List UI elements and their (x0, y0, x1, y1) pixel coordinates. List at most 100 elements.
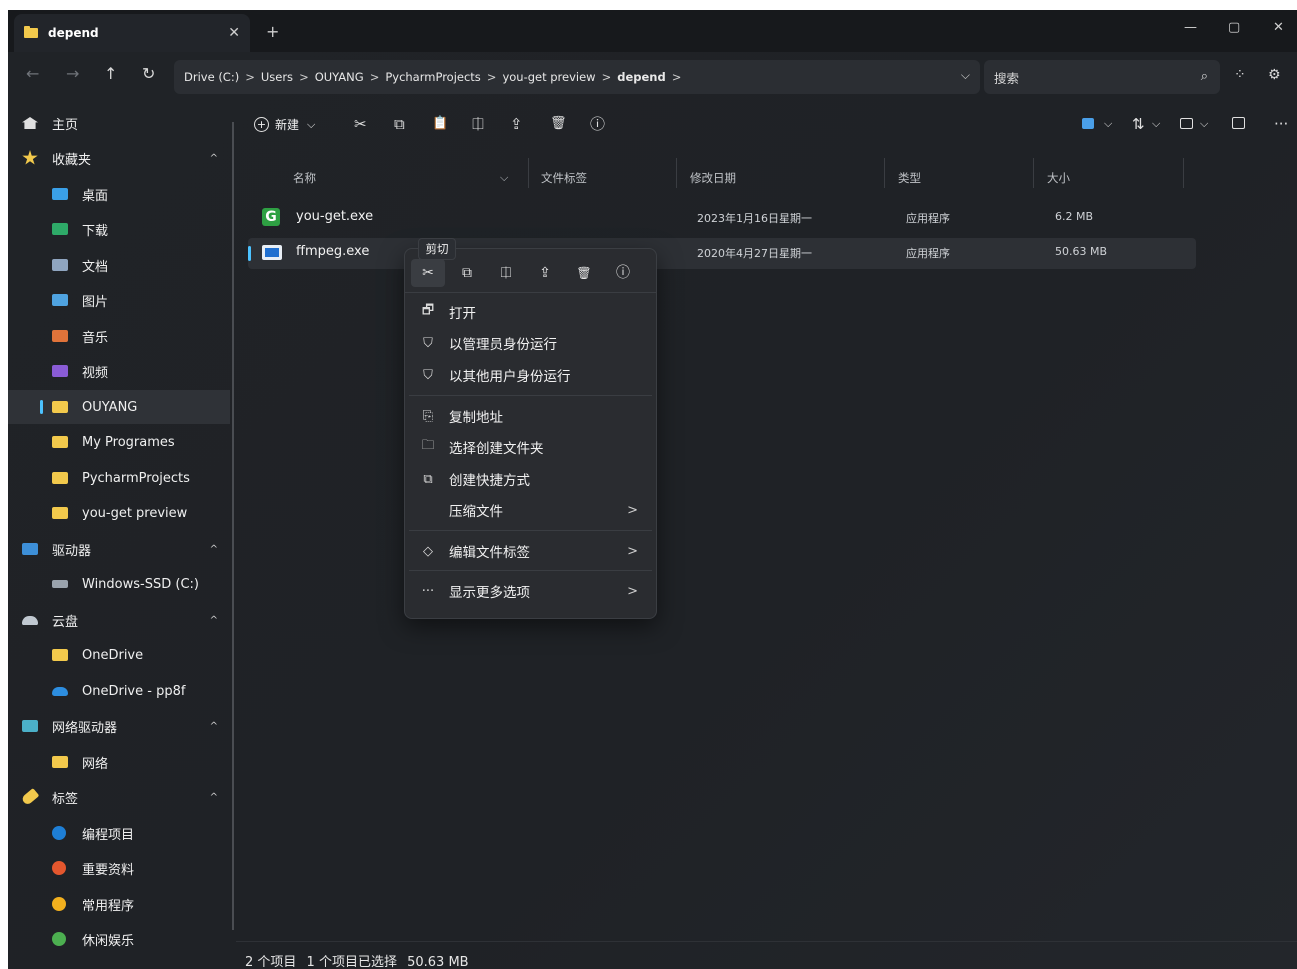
paste-button[interactable]: 📋 (432, 116, 448, 132)
collapse-icon[interactable]: ^ (210, 544, 218, 555)
share-button[interactable]: ⇪ (510, 116, 523, 132)
collapse-icon[interactable]: ^ (210, 721, 218, 732)
sidebar-item-home[interactable]: 主页 (8, 106, 230, 140)
sidebar-item-tag-leisure[interactable]: 休闲娱乐 (8, 922, 230, 956)
up-button[interactable]: ↑ (104, 66, 117, 82)
breadcrumb-separator[interactable]: > (370, 70, 380, 84)
sidebar-item-downloads[interactable]: 下载 (8, 212, 230, 246)
sidebar-item-tag-programming[interactable]: 编程项目 (8, 816, 230, 850)
chevron-down-icon[interactable]: ⌵ (1104, 116, 1112, 132)
breadcrumb-separator[interactable]: > (672, 70, 682, 84)
search-input[interactable]: 搜索 (994, 68, 1019, 87)
settings-icon[interactable]: ⚙ (1268, 67, 1281, 83)
cut-button[interactable]: ✂ (354, 116, 367, 132)
sidebar-item-tag-common-programs[interactable]: 常用程序 (8, 887, 230, 921)
column-divider[interactable] (676, 158, 677, 188)
properties-button[interactable]: ⓘ (590, 116, 605, 132)
sidebar-item-you-get-preview[interactable]: you-get preview (8, 496, 230, 530)
menu-item-open[interactable]: 🗗 打开 (409, 297, 652, 327)
new-tab-button[interactable]: + (266, 24, 279, 40)
tab-close-icon[interactable]: ✕ (228, 25, 240, 41)
menu-item-new-folder-with-selection[interactable]: 🗀 选择创建文件夹 (409, 432, 652, 462)
breadcrumb-users[interactable]: Users (261, 70, 293, 84)
breadcrumb-separator[interactable]: > (602, 70, 612, 84)
forward-button[interactable]: → (66, 66, 79, 82)
breadcrumb-pycharmprojects[interactable]: PycharmProjects (385, 70, 480, 84)
sidebar-item-desktop[interactable]: 桌面 (8, 177, 230, 211)
breadcrumb-you-get-preview[interactable]: you-get preview (502, 70, 595, 84)
sidebar-item-tags[interactable]: 标签 ^ (8, 780, 230, 814)
refresh-button[interactable]: ↻ (142, 66, 155, 82)
sidebar-item-network-drives[interactable]: 网络驱动器 ^ (8, 709, 230, 743)
column-divider[interactable] (1033, 158, 1034, 188)
sidebar-item-ouyang[interactable]: OUYANG (8, 390, 230, 424)
close-window-button[interactable]: ✕ (1273, 20, 1284, 35)
tab-depend[interactable]: depend ✕ (14, 14, 250, 52)
sidebar-splitter[interactable] (232, 122, 234, 930)
copy-button[interactable]: ⧉ (394, 116, 405, 132)
menu-item-run-as-other-user[interactable]: ⛉ 以其他用户身份运行 (409, 360, 652, 390)
column-name-sort-icon[interactable]: ⌵ (500, 166, 508, 190)
preview-pane-icon[interactable] (1232, 116, 1245, 132)
minimize-button[interactable]: — (1184, 20, 1197, 35)
sidebar-item-onedrive-pp8f[interactable]: OneDrive - pp8f (8, 674, 230, 708)
breadcrumb-separator[interactable]: > (299, 70, 309, 84)
breadcrumb-ouyang[interactable]: OUYANG (315, 70, 364, 84)
address-dropdown-icon[interactable]: ⌵ (961, 68, 970, 83)
sidebar-item-windows-ssd[interactable]: Windows-SSD (C:) (8, 567, 230, 601)
rename-icon[interactable]: ⎅ (489, 259, 523, 287)
maximize-button[interactable]: ▢ (1228, 20, 1240, 35)
sidebar-item-onedrive[interactable]: OneDrive (8, 638, 230, 672)
sidebar-item-my-programes[interactable]: My Programes (8, 425, 230, 459)
layout-icon[interactable] (1082, 116, 1094, 132)
address-bar[interactable]: Drive (C:) > Users > OUYANG > PycharmPro… (174, 60, 980, 94)
cut-icon[interactable]: ✂ (411, 259, 445, 287)
breadcrumb-separator[interactable]: > (487, 70, 497, 84)
info-icon[interactable]: ⓘ (606, 259, 640, 287)
more-options-button[interactable]: ··· (1274, 116, 1288, 132)
menu-item-show-more-options[interactable]: ··· 显示更多选项 > (409, 576, 652, 606)
breadcrumb-separator[interactable]: > (245, 70, 255, 84)
search-icon[interactable]: ⌕ (1201, 69, 1208, 84)
menu-item-edit-tags[interactable]: ◇ 编辑文件标签 > (409, 536, 652, 566)
column-type[interactable]: 类型 (898, 166, 921, 190)
column-size[interactable]: 大小 (1047, 166, 1070, 190)
file-row-you-get[interactable]: G you-get.exe 2023年1月16日星期一 应用程序 6.2 MB (248, 203, 1196, 234)
search-box[interactable]: 搜索 ⌕ (984, 60, 1220, 94)
menu-item-run-as-admin[interactable]: ⛉ 以管理员身份运行 (409, 328, 652, 358)
delete-icon[interactable]: 🗑 (567, 259, 601, 287)
new-button[interactable]: + 新建 ⌵ (254, 116, 315, 133)
chevron-down-icon[interactable]: ⌵ (1152, 116, 1160, 132)
sparkle-icon[interactable]: ⁘ (1234, 67, 1246, 83)
back-button[interactable]: ← (26, 66, 39, 82)
collapse-icon[interactable]: ^ (210, 153, 218, 164)
column-name[interactable]: 名称 (293, 166, 316, 190)
file-row-ffmpeg[interactable]: ffmpeg.exe 2020年4月27日星期一 应用程序 50.63 MB (248, 238, 1196, 269)
copy-icon[interactable]: ⧉ (450, 259, 484, 287)
breadcrumb-drive[interactable]: Drive (C:) (184, 70, 239, 84)
share-icon[interactable]: ⇪ (528, 259, 562, 287)
sidebar-item-network[interactable]: 网络 (8, 745, 230, 779)
sidebar-item-music[interactable]: 音乐 (8, 319, 230, 353)
sidebar-item-cloud[interactable]: 云盘 ^ (8, 603, 230, 637)
menu-item-compress[interactable]: 压缩文件 > (409, 495, 652, 525)
sidebar-item-videos[interactable]: 视频 (8, 354, 230, 388)
collapse-icon[interactable]: ^ (210, 615, 218, 626)
menu-item-copy-path[interactable]: ⎘ 复制地址 (409, 401, 652, 431)
column-tags[interactable]: 文件标签 (541, 166, 587, 190)
sidebar-item-favorites[interactable]: 收藏夹 ^ (8, 141, 230, 175)
collapse-icon[interactable]: ^ (210, 792, 218, 803)
column-divider[interactable] (528, 158, 529, 188)
sidebar-item-pictures[interactable]: 图片 (8, 283, 230, 317)
column-divider[interactable] (1183, 158, 1184, 188)
sidebar-item-documents[interactable]: 文档 (8, 248, 230, 282)
chevron-down-icon[interactable]: ⌵ (1200, 116, 1208, 132)
column-modified[interactable]: 修改日期 (690, 166, 736, 190)
menu-item-create-shortcut[interactable]: ⧉ 创建快捷方式 (409, 464, 652, 494)
column-divider[interactable] (884, 158, 885, 188)
sidebar-item-pycharmprojects[interactable]: PycharmProjects (8, 461, 230, 495)
group-icon[interactable] (1180, 116, 1193, 132)
rename-button[interactable]: ⎅ (472, 116, 484, 132)
sort-button[interactable]: ⇅ (1132, 116, 1145, 132)
sidebar-item-tag-important[interactable]: 重要资料 (8, 851, 230, 885)
